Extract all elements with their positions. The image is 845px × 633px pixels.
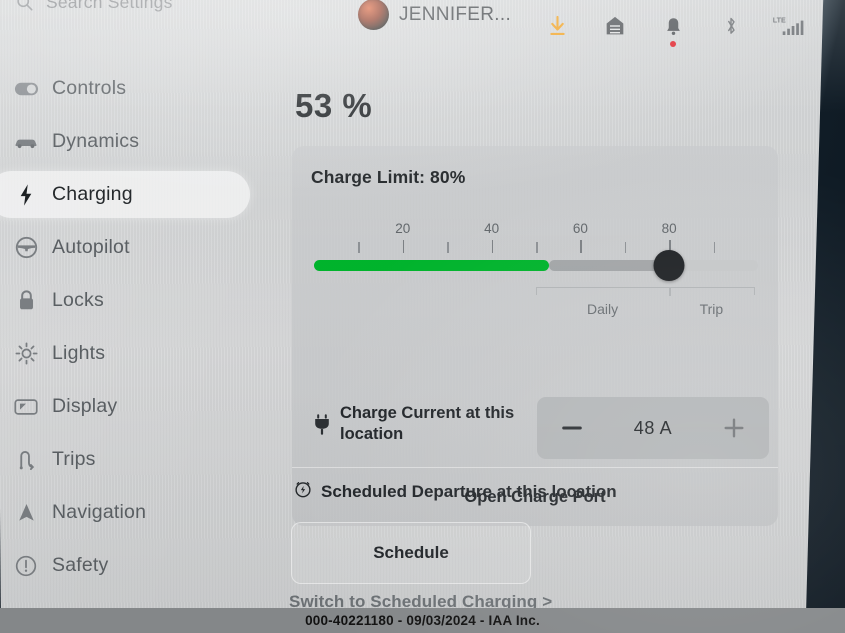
charge-limit-slider[interactable] [314,250,758,281]
car-icon [9,127,43,157]
sidebar-item-controls[interactable]: Controls [0,62,262,115]
route-icon [9,445,43,475]
slider-tick-label: 80 [661,221,677,236]
profile-name-label: JENNIFER... [399,3,512,25]
battery-percentage: 53 % [295,87,373,124]
decrement-current-button[interactable] [557,413,587,443]
sidebar-item-autopilot[interactable]: Autopilot [0,221,262,274]
avatar [358,0,389,30]
sidebar-item-display[interactable]: Display [0,380,262,433]
charge-plug-icon [312,413,332,437]
toggle-switch-icon [9,74,43,104]
charge-current-row: Charge Current at this location 48 A [292,391,778,468]
schedule-button-label: Schedule [373,543,449,562]
sidebar-item-label: Autopilot [52,236,130,258]
scheduled-departure-label: Scheduled Departure at this location [321,481,617,501]
settings-sidebar: Controls Dynamics Charging Autopilot Loc… [0,62,262,632]
scheduled-departure-header: Scheduled Departure at this location [294,480,617,503]
slider-tick-scale: 20 40 60 80 [314,208,758,253]
search-settings-field[interactable]: Search Settings [16,0,173,13]
charge-limit-label: Charge Limit: 80% [311,167,466,187]
slider-tick-label: 40 [484,221,500,236]
sidebar-item-label: Safety [52,554,109,576]
sun-brightness-icon [9,339,43,369]
charge-limit-card: Charge Limit: 80% 20 40 60 80 Daily Trip [292,146,778,526]
sidebar-item-label: Controls [52,77,127,99]
daily-trip-range-bracket: Daily Trip [314,287,758,325]
search-placeholder-text: Search Settings [46,0,173,12]
increment-current-button[interactable] [719,413,749,443]
tesla-touchscreen: Search Settings JENNIFER... LTE Controls… [0,0,845,633]
clock-bolt-icon [294,480,312,503]
software-update-download-icon[interactable] [528,4,586,48]
sidebar-item-label: Dynamics [52,130,140,152]
slider-tick-label: 60 [572,221,588,236]
watermark-text: 000-40221180 - 09/03/2024 - IAA Inc. [305,613,540,628]
sidebar-item-charging[interactable]: Charging [0,168,262,221]
steering-wheel-icon [9,233,43,263]
screen-icon [9,392,43,422]
charge-limit-section: Charge Limit: 80% 20 40 60 80 Daily Trip [292,146,778,391]
status-icon-group: LTE [528,4,818,48]
bracket-divider [669,287,671,296]
charge-current-stepper[interactable]: 48 A [537,397,769,459]
navigation-arrow-icon [9,498,43,528]
watermark-bar: 000-40221180 - 09/03/2024 - IAA Inc. [0,608,845,633]
exclamation-circle-icon [9,551,43,581]
padlock-icon [9,286,43,316]
garage-door-icon[interactable] [586,4,644,48]
slider-knob[interactable] [653,250,685,281]
slider-limit-track [549,260,670,271]
top-status-bar: Search Settings JENNIFER... LTE [0,0,828,56]
bracket-range-label: Trip [699,301,724,317]
sidebar-item-safety[interactable]: Safety [0,539,262,592]
svg-text:LTE: LTE [773,15,786,24]
sidebar-item-label: Navigation [52,501,147,523]
charge-current-label: Charge Current at this location [340,404,515,443]
sidebar-item-navigation[interactable]: Navigation [0,486,262,539]
bracket-range-label: Daily [587,301,619,317]
bracket-cap [753,287,755,295]
charging-panel: 53 % Charge Limit: 80% 20 40 60 80 Daily Tri… [262,56,828,633]
slider-fill [314,260,550,271]
search-icon [16,0,33,11]
sidebar-item-dynamics[interactable]: Dynamics [0,115,262,168]
sidebar-item-label: Locks [52,289,104,311]
notifications-bell-icon[interactable] [644,4,702,48]
bracket-cap [536,287,538,295]
sidebar-item-label: Lights [52,342,106,364]
charge-current-value: 48 A [633,417,673,438]
lightning-bolt-icon [9,180,43,210]
sidebar-item-trips[interactable]: Trips [0,433,262,486]
notification-badge-dot [670,41,676,47]
bluetooth-icon[interactable] [702,4,760,48]
schedule-button[interactable]: Schedule [291,522,531,584]
bracket-line [536,287,754,289]
lte-signal-icon[interactable]: LTE [760,4,818,48]
driver-profile-button[interactable]: JENNIFER... [358,0,511,30]
slider-tick-label: 20 [395,221,411,236]
sidebar-item-label: Display [52,395,118,417]
sidebar-item-lights[interactable]: Lights [0,327,262,380]
sidebar-item-label: Trips [52,448,96,470]
sidebar-item-label: Charging [52,183,133,205]
sidebar-item-locks[interactable]: Locks [0,274,262,327]
